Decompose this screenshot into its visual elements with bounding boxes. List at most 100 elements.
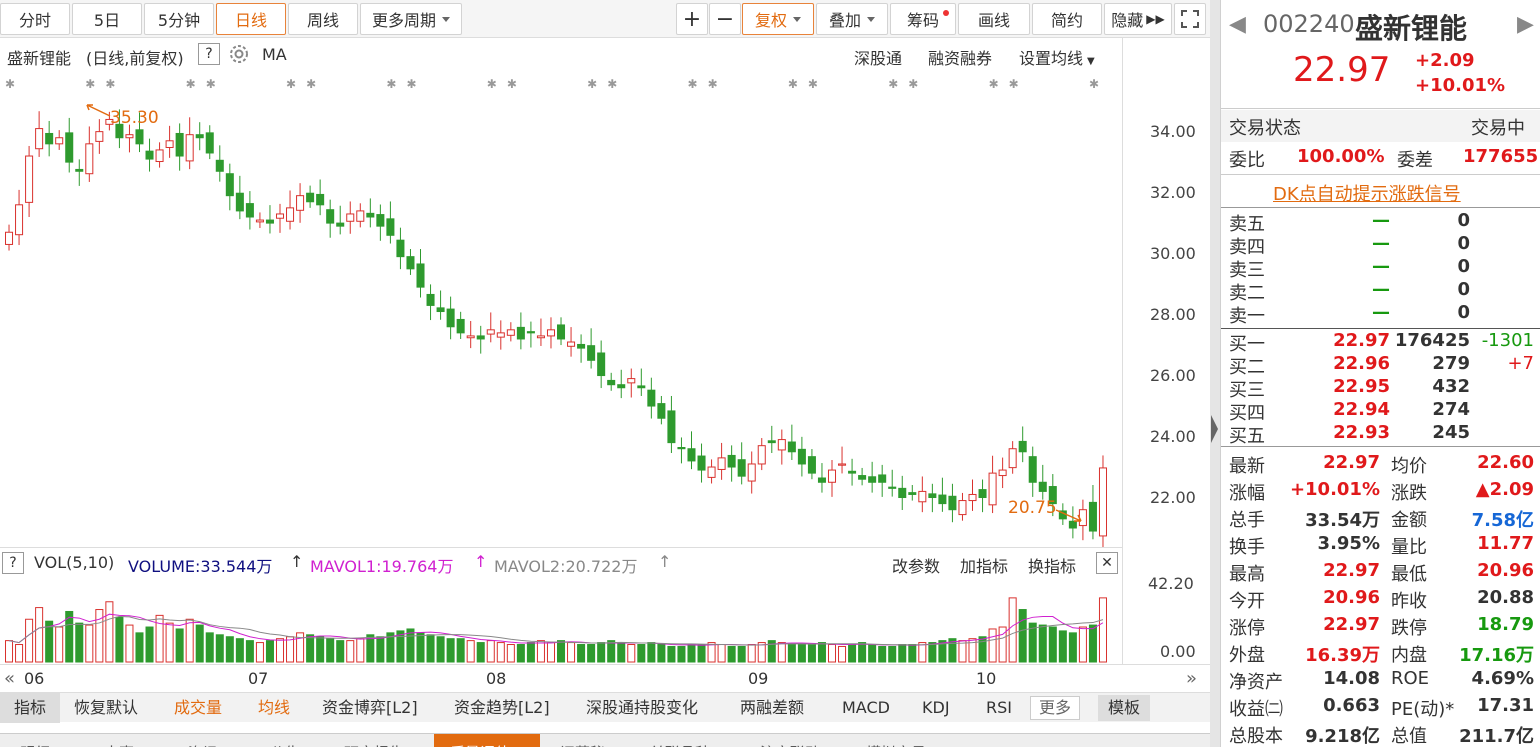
tab-capital-game[interactable]: 资金博弈[L2]: [322, 693, 418, 723]
volume-bar: [275, 638, 285, 663]
bottom-tab[interactable]: 问董秘: [560, 738, 605, 747]
event-marker-icon: ✱: [186, 77, 196, 91]
price-axis-label: 28.00: [1150, 304, 1196, 324]
tab-macd[interactable]: MACD: [842, 693, 890, 723]
indicator-tabs: 指标 恢复默认 成交量 均线 资金博弈[L2] 资金趋势[L2] 深股通持股变化…: [0, 692, 1210, 723]
volume-bar: [75, 622, 84, 663]
candle-body: [436, 307, 445, 313]
tab-restore-default[interactable]: 恢复默认: [74, 693, 138, 723]
volume-help-icon[interactable]: ?: [2, 552, 24, 574]
simple-button[interactable]: 简约: [1032, 3, 1102, 35]
dk-signal-link[interactable]: DK点自动提示涨跌信号: [1273, 180, 1461, 206]
bottom-tab[interactable]: 大事: [104, 738, 134, 747]
orderbook-change: +7: [1507, 353, 1534, 374]
tab-volume[interactable]: 成交量: [174, 693, 222, 723]
candle-body: [998, 469, 1007, 477]
candle-body: [55, 137, 64, 145]
stat-label: 最低: [1391, 564, 1427, 585]
tab-more[interactable]: 更多: [1030, 696, 1081, 720]
candle-body: [597, 352, 606, 377]
tab-rsi[interactable]: RSI: [986, 693, 1012, 723]
period-daily-button[interactable]: 日线: [216, 3, 286, 35]
gear-icon[interactable]: [228, 43, 250, 69]
scroll-left-icon[interactable]: «: [4, 668, 15, 689]
price-axis-label: 26.00: [1150, 365, 1196, 385]
price-chart[interactable]: ✱ ✱ ✱ ✱ ✱ ✱ ✱ ✱ ✱ ✱ ✱ ✱ ✱ ✱ ✱ ✱ ✱ ✱ ✱ ✱ ✱ ✱: [0, 72, 1122, 548]
date-label: 06: [24, 669, 45, 688]
candle-body: [817, 477, 826, 483]
volume-chart[interactable]: [0, 578, 1122, 664]
tab-capital-trend[interactable]: 资金趋势[L2]: [454, 693, 550, 723]
chips-button[interactable]: 筹码: [890, 3, 956, 35]
margin-trading-link[interactable]: 融资融券: [928, 45, 992, 69]
candle-body: [868, 476, 877, 483]
volume-bar: [1008, 597, 1017, 663]
candle-body: [306, 192, 315, 203]
more-periods-dropdown[interactable]: 更多周期: [360, 3, 462, 35]
zoom-out-button[interactable]: −: [709, 3, 741, 35]
candle-body: [727, 454, 736, 468]
next-stock-icon[interactable]: ▶: [1517, 12, 1534, 37]
tab-ma[interactable]: 均线: [258, 693, 290, 723]
candle-body: [35, 128, 44, 150]
side-splitter[interactable]: [1210, 0, 1220, 747]
period-weekly-button[interactable]: 周线: [288, 3, 358, 35]
bottom-tab-active[interactable]: 质量评估: [434, 734, 540, 747]
tab-template[interactable]: 模板: [1098, 695, 1151, 721]
zoom-in-button[interactable]: +: [676, 3, 708, 35]
bottom-tab[interactable]: 关联品种: [650, 738, 710, 747]
volume-bar: [95, 609, 104, 663]
orderbook-label: 买五: [1229, 426, 1265, 447]
tab-indicator[interactable]: 指标: [0, 693, 60, 723]
ma-indicator-label[interactable]: MA: [262, 45, 287, 64]
volume-bar: [125, 624, 134, 663]
bottom-tab[interactable]: 明细: [20, 738, 50, 747]
edit-params-link[interactable]: 改参数: [892, 553, 940, 577]
volume-bar: [376, 636, 385, 663]
close-icon[interactable]: ✕: [1096, 552, 1118, 574]
hide-button[interactable]: 隐藏 ▶▶: [1104, 3, 1172, 35]
candle-body: [466, 335, 475, 339]
draw-line-button[interactable]: 画线: [958, 3, 1030, 35]
stat-value: 22.60: [1477, 452, 1534, 473]
help-icon[interactable]: ?: [198, 43, 220, 65]
switch-indicator-link[interactable]: 换指标: [1028, 553, 1076, 577]
chart-stock-name: 盛新锂能: [7, 49, 72, 68]
scroll-right-icon[interactable]: »: [1186, 668, 1197, 689]
fuquan-dropdown[interactable]: 复权: [742, 3, 814, 35]
candle-body: [968, 493, 977, 502]
period-fenshi-button[interactable]: 分时: [0, 3, 70, 35]
volume-bar: [597, 642, 606, 663]
bottom-tab[interactable]: 研究报告: [344, 738, 404, 747]
bottom-tab[interactable]: 模拟交易: [866, 738, 926, 747]
hk-connect-link[interactable]: 深股通: [854, 45, 902, 69]
hide-label: 隐藏: [1111, 11, 1144, 30]
add-indicator-link[interactable]: 加指标: [960, 553, 1008, 577]
period-5min-button[interactable]: 5分钟: [144, 3, 214, 35]
fullscreen-icon[interactable]: [1174, 3, 1206, 35]
overlay-dropdown[interactable]: 叠加: [816, 3, 888, 35]
event-marker-icon: ✱: [85, 77, 95, 91]
period-5day-button[interactable]: 5日: [72, 3, 142, 35]
bottom-tab[interactable]: 公告: [270, 738, 300, 747]
tab-margin-diff[interactable]: 两融差额: [740, 693, 804, 723]
volume-bar: [516, 644, 525, 663]
candle-body: [657, 403, 666, 419]
candle-body: [376, 214, 385, 227]
stat-value: 22.97: [1323, 452, 1380, 473]
volume-bar: [255, 642, 264, 663]
bottom-tab[interactable]: 资讯: [188, 738, 218, 747]
tab-kdj[interactable]: KDJ: [922, 693, 950, 723]
volume-header: ? VOL(5,10) VOLUME:33.544万 ↑ MAVOL1:19.7…: [0, 547, 1122, 578]
tab-hk-holding[interactable]: 深股通持股变化: [586, 693, 698, 723]
volume-bar: [145, 626, 154, 663]
stat-value: 18.79: [1477, 614, 1534, 635]
candle-body: [838, 463, 847, 466]
volume-bar: [185, 618, 194, 663]
stat-label: 收益㈡: [1229, 699, 1283, 720]
bottom-tab[interactable]: 沪市联动: [760, 738, 820, 747]
candle-body: [848, 470, 857, 474]
set-ma-dropdown[interactable]: 设置均线 ▼: [1019, 45, 1095, 69]
prev-stock-icon[interactable]: ◀: [1229, 12, 1246, 37]
chevron-down-icon: ▼: [1087, 56, 1095, 67]
